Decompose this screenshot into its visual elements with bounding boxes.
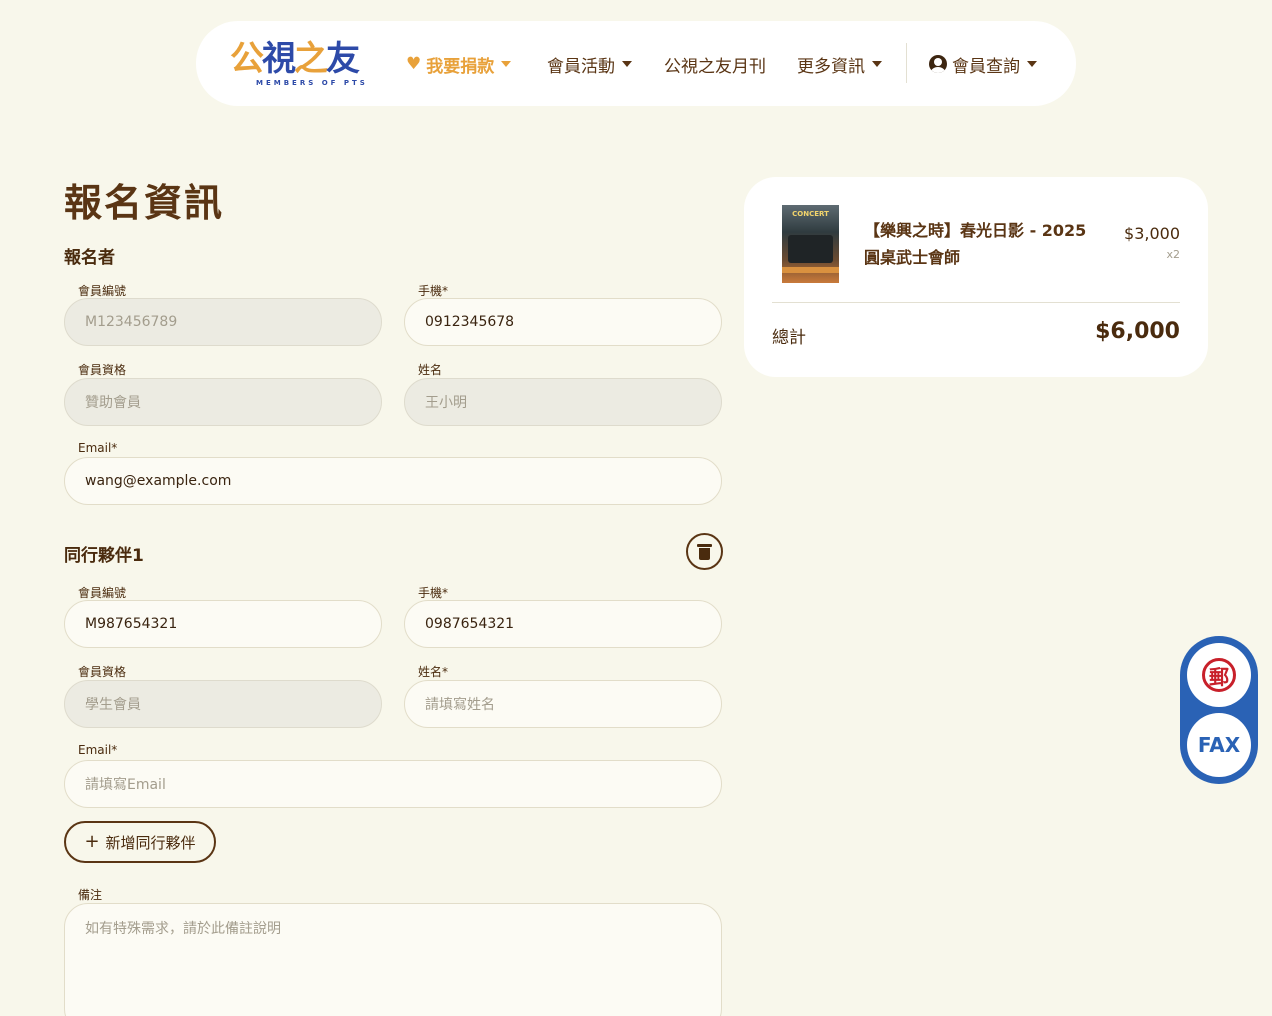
product-quantity: x2 xyxy=(1166,248,1180,261)
nav-monthly-label: 公視之友月刊 xyxy=(664,56,766,77)
user-circle-icon xyxy=(929,55,947,73)
companion-heading: 同行夥伴1 xyxy=(64,546,144,566)
companion-email-field[interactable]: 請填寫Email xyxy=(64,760,722,808)
email-label: Email* xyxy=(78,441,118,455)
product-thumbnail[interactable]: CONCERT xyxy=(782,205,839,283)
post-office-button[interactable]: 郵 xyxy=(1187,643,1251,707)
nav-activities[interactable]: 會員活動 xyxy=(547,51,632,77)
side-toolbar: 郵 FAX xyxy=(1180,636,1258,784)
trash-icon xyxy=(697,544,712,547)
chevron-down-icon xyxy=(872,61,882,67)
companion-member-id-field[interactable]: M987654321 xyxy=(64,600,382,648)
companion-member-id-label: 會員編號 xyxy=(78,586,127,600)
chevron-down-icon xyxy=(622,61,632,67)
member-id-label: 會員編號 xyxy=(78,284,127,298)
thumbnail-title: CONCERT xyxy=(792,210,829,218)
thumbnail-band xyxy=(782,267,839,273)
membership-field[interactable]: 贊助會員 xyxy=(64,378,382,426)
chevron-down-icon xyxy=(501,61,512,67)
nav-donate-label: 我要捐款 xyxy=(426,56,495,77)
site-logo[interactable]: 公視之友 MEMBERS OF PTS xyxy=(230,39,370,91)
email-field[interactable]: wang@example.com xyxy=(64,457,722,505)
name-field[interactable]: 王小明 xyxy=(404,378,722,426)
companion-name-label: 姓名* xyxy=(418,665,449,679)
nav-more-label: 更多資訊 xyxy=(797,56,865,77)
companion-phone-label: 手機* xyxy=(418,586,449,600)
top-navbar: 公視之友 MEMBERS OF PTS ♥ 我要捐款 會員活動 公視之友月刊 更… xyxy=(196,21,1076,106)
total-value: $6,000 xyxy=(1095,319,1180,344)
trash-icon-body xyxy=(699,548,710,560)
notes-label: 備注 xyxy=(78,888,103,902)
fax-button[interactable]: FAX xyxy=(1187,713,1251,777)
membership-label: 會員資格 xyxy=(78,363,127,377)
nav-divider xyxy=(906,43,907,83)
product-price: $3,000 xyxy=(1124,224,1180,243)
member-id-field[interactable]: M123456789 xyxy=(64,298,382,346)
post-office-icon: 郵 xyxy=(1202,658,1236,692)
chevron-down-icon xyxy=(1027,61,1037,67)
nav-more[interactable]: 更多資訊 xyxy=(797,51,882,77)
phone-label: 手機* xyxy=(418,284,449,298)
companion-membership-label: 會員資格 xyxy=(78,665,127,679)
fax-label: FAX xyxy=(1197,733,1241,757)
thumbnail-photo xyxy=(788,235,833,263)
registrant-heading: 報名者 xyxy=(64,248,115,268)
name-label: 姓名 xyxy=(418,363,443,377)
notes-textarea[interactable]: 如有特殊需求，請於此備註說明 xyxy=(64,903,722,1016)
order-summary-card: CONCERT 【樂興之時】春光日影 - 2025 圓桌武士會師 $3,000 … xyxy=(744,177,1208,377)
delete-companion-button[interactable] xyxy=(686,533,723,570)
total-label: 總計 xyxy=(772,328,806,348)
nav-activities-label: 會員活動 xyxy=(547,56,615,77)
heart-icon: ♥ xyxy=(406,54,422,74)
cart-divider xyxy=(772,302,1180,303)
nav-donate[interactable]: ♥ 我要捐款 xyxy=(406,51,512,77)
logo-text: 公視之友 xyxy=(230,39,360,79)
add-companion-button[interactable]: + 新增同行夥伴 xyxy=(64,821,216,863)
phone-field[interactable]: 0912345678 xyxy=(404,298,722,346)
nav-member-query-label: 會員查詢 xyxy=(952,56,1020,77)
nav-member-query[interactable]: 會員查詢 xyxy=(929,51,1037,77)
companion-phone-field[interactable]: 0987654321 xyxy=(404,600,722,648)
page-title: 報名資訊 xyxy=(64,180,225,225)
product-name[interactable]: 【樂興之時】春光日影 - 2025 圓桌武士會師 xyxy=(864,217,1104,271)
companion-name-field[interactable]: 請填寫姓名 xyxy=(404,680,722,728)
nav-monthly[interactable]: 公視之友月刊 xyxy=(664,51,766,77)
add-companion-label: 新增同行夥伴 xyxy=(105,833,196,852)
logo-subtitle: MEMBERS OF PTS xyxy=(256,79,368,87)
companion-membership-field[interactable]: 學生會員 xyxy=(64,680,382,728)
plus-icon: + xyxy=(84,831,100,852)
companion-email-label: Email* xyxy=(78,743,118,757)
